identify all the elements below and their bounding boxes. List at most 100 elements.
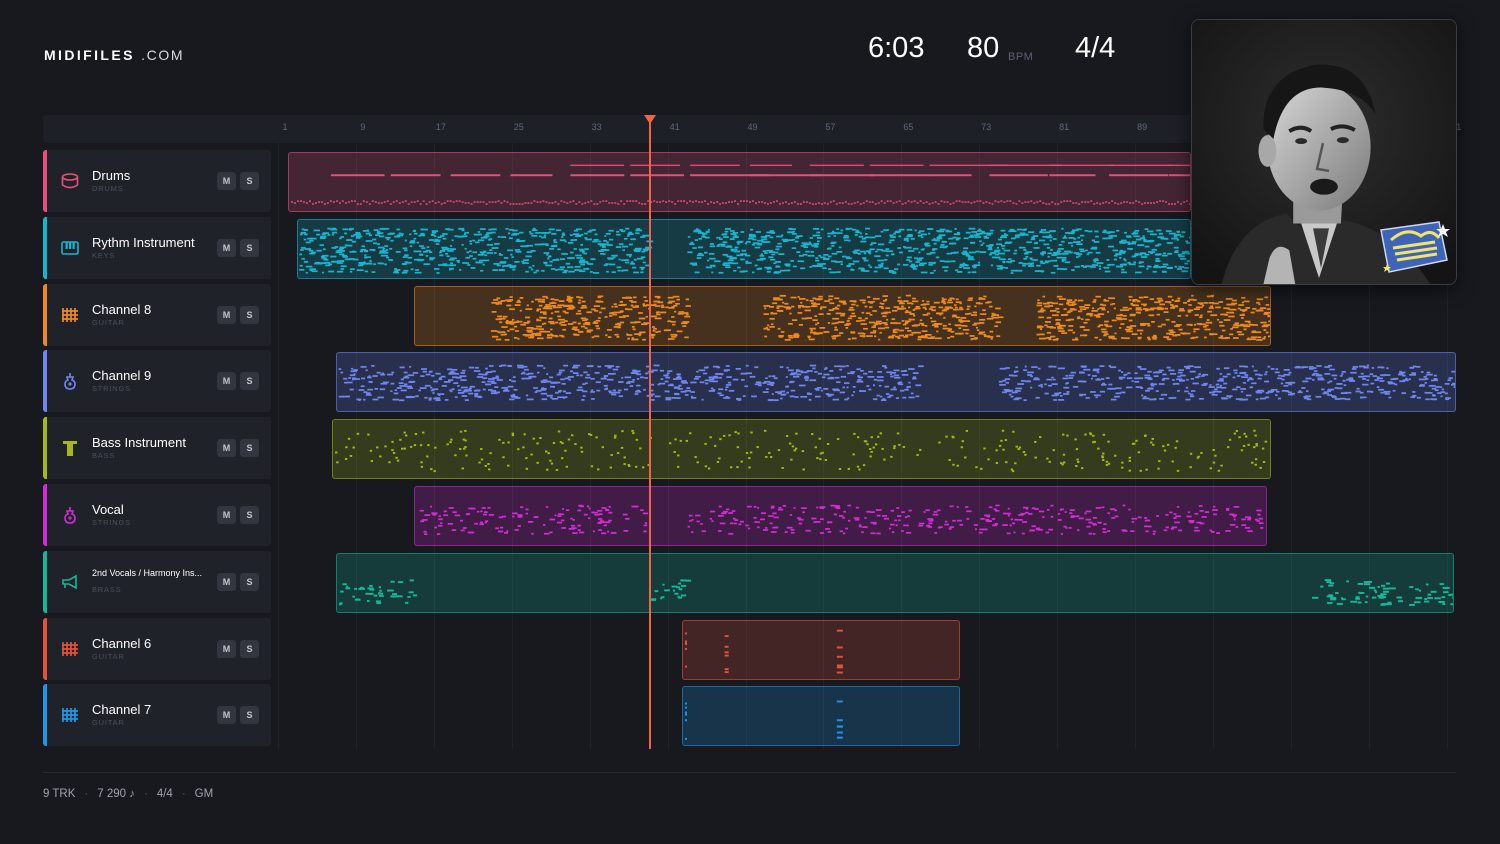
solo-button[interactable]: S	[240, 506, 259, 524]
footer-stats: 9 TRK · 7 290 ♪ · 4/4 · GM	[43, 788, 214, 800]
clip-notes	[684, 629, 843, 674]
site-logo[interactable]: MIDIFILES .COM	[44, 47, 184, 63]
ruler-tick: 25	[513, 122, 524, 132]
mute-button[interactable]: M	[217, 506, 236, 524]
footer-signature: 4/4	[156, 788, 173, 800]
time-signature: 4/4	[1075, 32, 1116, 64]
mute-button[interactable]: M	[217, 706, 236, 725]
track-color-stripe	[43, 216, 47, 279]
mute-button[interactable]: M	[217, 572, 236, 591]
ruler-tick: 49	[747, 122, 758, 132]
clip-notes	[299, 227, 1190, 274]
track-header[interactable]: Channel 8 GUITAR M S	[43, 283, 271, 346]
track-header[interactable]: Bass Instrument BASS M S	[43, 417, 271, 480]
mute-button[interactable]: M	[217, 439, 236, 458]
solo-button[interactable]: S	[240, 639, 259, 658]
playhead[interactable]	[649, 118, 652, 749]
track-color-stripe	[43, 684, 47, 747]
track-name: 2nd Vocals / Harmony Ins...	[92, 567, 203, 578]
track-type: STRINGS	[92, 384, 131, 394]
track-name: Channel 8	[92, 301, 152, 317]
bass-icon	[60, 438, 80, 458]
mute-button[interactable]: M	[217, 238, 236, 257]
track-header[interactable]: Channel 7 GUITAR M S	[43, 684, 271, 747]
track-type: BRASS	[92, 584, 122, 594]
track-color-stripe	[43, 417, 47, 480]
piano-icon	[60, 238, 80, 258]
ruler-tick: 89	[1137, 122, 1148, 132]
guitar-fretboard-icon	[60, 305, 80, 325]
track-count: 9 TRK	[43, 788, 76, 800]
track-color-stripe	[43, 550, 47, 613]
track-color-stripe	[43, 350, 47, 413]
solo-button[interactable]: S	[240, 706, 259, 725]
midi-clip[interactable]	[414, 486, 1267, 546]
tempo-value: 80	[967, 32, 1000, 64]
note-count: 7 290 ♪	[97, 788, 135, 800]
clip-notes	[334, 429, 1268, 473]
solo-button[interactable]: S	[240, 372, 259, 391]
ruler-tick: 1	[282, 122, 288, 132]
midi-clip[interactable]	[414, 285, 1271, 346]
ruler-tick: 33	[591, 122, 602, 132]
track-name: Bass Instrument	[92, 435, 186, 451]
drum-icon	[60, 171, 80, 191]
ruler-tick: 65	[903, 122, 914, 132]
violin-icon	[60, 505, 80, 525]
track-color-stripe	[43, 617, 47, 680]
track-header[interactable]: Drums DRUMS M S	[43, 150, 271, 212]
track-type: GUITAR	[92, 317, 125, 327]
solo-button[interactable]: S	[240, 572, 259, 591]
logo-suffix: .COM	[141, 47, 185, 63]
midi-clip[interactable]	[336, 352, 1456, 413]
track-header[interactable]: Channel 9 STRINGS M S	[43, 350, 271, 413]
track-type: BASS	[92, 451, 116, 461]
video-player[interactable]	[1191, 19, 1457, 285]
midi-clip[interactable]	[336, 552, 1454, 613]
guitar-fretboard-icon	[60, 705, 80, 725]
track-name: Channel 7	[92, 702, 152, 718]
mute-button[interactable]: M	[217, 372, 236, 391]
midi-clip[interactable]	[682, 686, 960, 747]
track-header[interactable]: Vocal STRINGS M S	[43, 484, 271, 546]
track-color-stripe	[43, 484, 47, 546]
track-type: STRINGS	[92, 518, 131, 527]
track-name: Rythm Instrument	[92, 234, 195, 250]
clip-notes	[419, 504, 1264, 536]
mute-button[interactable]: M	[217, 172, 236, 190]
solo-button[interactable]: S	[240, 305, 259, 324]
guitar-fretboard-icon	[60, 639, 80, 659]
ruler-tick: 17	[435, 122, 446, 132]
playhead-marker[interactable]	[644, 115, 657, 124]
midi-standard: GM	[194, 788, 214, 800]
track-header[interactable]: Rythm Instrument KEYS M S	[43, 216, 271, 279]
midi-clip[interactable]	[682, 619, 960, 680]
track-name: Vocal	[92, 502, 124, 517]
track-name: Drums	[92, 168, 131, 183]
solo-button[interactable]: S	[240, 172, 259, 190]
track-header[interactable]: Channel 6 GUITAR M S	[43, 617, 271, 680]
trumpet-icon	[60, 572, 80, 592]
clip-notes	[339, 578, 1453, 606]
show-logo-icon	[1380, 221, 1450, 273]
violin-icon	[60, 371, 80, 391]
ruler-tick: 41	[669, 122, 680, 132]
ruler-tick: 57	[825, 122, 836, 132]
midi-clip[interactable]	[332, 419, 1271, 480]
mute-button[interactable]: M	[217, 305, 236, 324]
clip-notes	[338, 364, 1455, 402]
clip-notes	[684, 700, 843, 741]
footer-divider	[43, 772, 1456, 773]
track-color-stripe	[43, 150, 47, 212]
track-header[interactable]: 2nd Vocals / Harmony Ins... BRASS M S	[43, 550, 271, 613]
ruler-tick: 9	[360, 122, 366, 132]
ruler-tick: 81	[1059, 122, 1070, 132]
solo-button[interactable]: S	[240, 238, 259, 257]
clip-notes	[290, 164, 1190, 205]
solo-button[interactable]: S	[240, 439, 259, 458]
track-type: GUITAR	[92, 651, 125, 661]
midi-clip[interactable]	[288, 152, 1191, 212]
song-duration: 6:03	[868, 32, 925, 64]
mute-button[interactable]: M	[217, 639, 236, 658]
midi-clip[interactable]	[297, 218, 1191, 279]
